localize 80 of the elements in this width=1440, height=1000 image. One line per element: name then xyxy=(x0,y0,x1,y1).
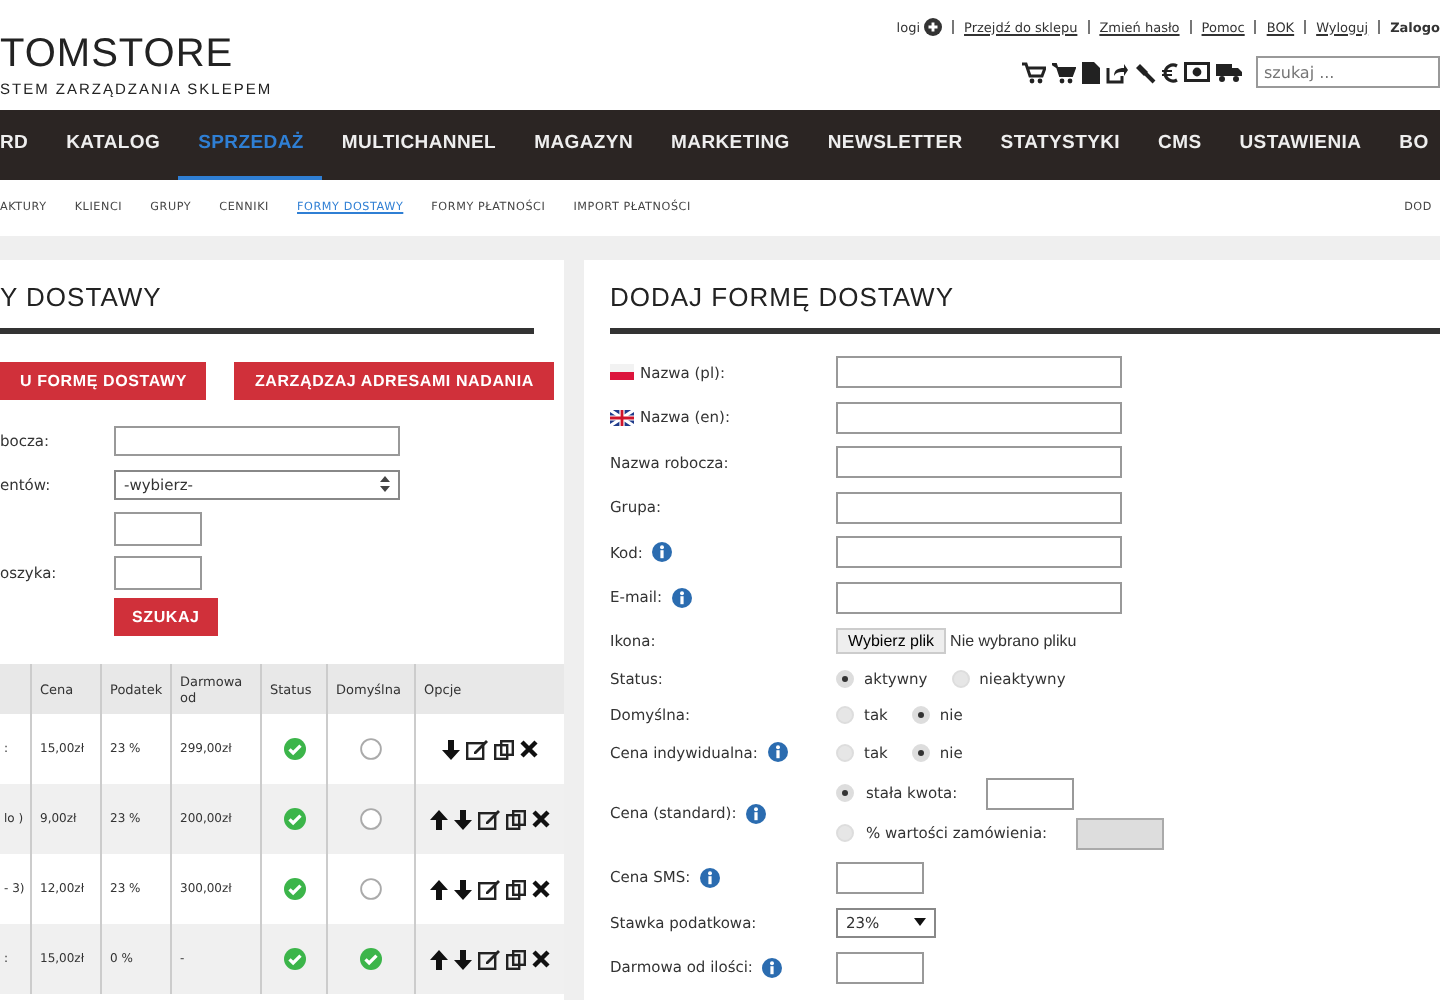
radio-circle-icon[interactable] xyxy=(360,808,382,830)
search-field[interactable]: szukaj ... xyxy=(1256,56,1440,88)
info-icon[interactable] xyxy=(767,742,788,763)
nav-tab[interactable]: MULTICHANNEL xyxy=(321,110,515,180)
action-button[interactable]: ZARZĄDZAJ ADRESAMI NADANIA xyxy=(234,362,554,400)
filter-field[interactable] xyxy=(114,511,202,545)
price-field[interactable] xyxy=(985,777,1074,809)
radio-button[interactable] xyxy=(951,669,970,688)
truck-icon[interactable] xyxy=(1216,62,1242,82)
info-icon[interactable] xyxy=(762,957,783,978)
arrow-down-icon[interactable] xyxy=(442,739,460,759)
edit-icon[interactable] xyxy=(478,949,500,969)
info-icon[interactable] xyxy=(672,587,693,608)
nav-tab[interactable]: RD xyxy=(0,110,47,180)
text-field[interactable] xyxy=(836,536,1122,569)
text-field[interactable] xyxy=(836,401,1122,434)
plus-icon[interactable] xyxy=(924,18,943,36)
filter-field[interactable] xyxy=(114,425,400,455)
nav-tab[interactable]: MARKETING xyxy=(651,110,808,180)
delete-icon[interactable] xyxy=(532,810,550,828)
copy-icon[interactable] xyxy=(506,879,526,899)
arrow-up-icon[interactable] xyxy=(430,809,448,829)
caret-icon[interactable] xyxy=(914,918,926,927)
text-field[interactable] xyxy=(836,861,924,894)
radio-button[interactable] xyxy=(911,706,930,725)
arrow-down-icon[interactable] xyxy=(454,879,472,899)
panel-title: DODAJ FORMĘ DOSTAWY xyxy=(610,260,1440,334)
nav-tab[interactable]: NEWSLETTER xyxy=(807,110,981,180)
copy-icon[interactable] xyxy=(506,949,526,969)
delete-icon[interactable] xyxy=(532,880,550,898)
delete-icon[interactable] xyxy=(532,950,550,968)
uk-flag-icon xyxy=(610,409,634,426)
delete-icon[interactable] xyxy=(520,740,538,758)
search-button[interactable]: SZUKAJ xyxy=(114,598,218,636)
filter-field[interactable] xyxy=(114,555,202,589)
cart-icon[interactable] xyxy=(1022,61,1046,83)
edit-icon[interactable] xyxy=(478,809,500,829)
edit-icon[interactable] xyxy=(478,879,500,899)
text-field[interactable] xyxy=(836,356,1122,389)
radio-button[interactable] xyxy=(836,743,854,762)
document-icon[interactable] xyxy=(1082,61,1100,83)
euro-icon[interactable] xyxy=(1162,61,1178,83)
check-icon[interactable] xyxy=(360,948,382,970)
logo-text: TOMSTORE xyxy=(0,34,236,74)
arrow-up-icon[interactable] xyxy=(430,879,448,899)
action-button[interactable]: U FORMĘ DOSTAWY xyxy=(0,362,207,400)
nav-tab[interactable]: USTAWIENIA xyxy=(1219,110,1380,180)
info-icon[interactable] xyxy=(652,542,673,563)
nav-tab[interactable]: CMS xyxy=(1138,110,1220,180)
edit-icon[interactable] xyxy=(466,739,488,759)
poland-flag-icon xyxy=(610,364,634,381)
nav-tab[interactable]: KATALOG xyxy=(46,110,179,180)
text-field[interactable] xyxy=(836,446,1122,479)
radio-circle-icon[interactable] xyxy=(360,878,382,900)
copy-icon[interactable] xyxy=(506,809,526,829)
gavel-icon[interactable] xyxy=(1134,61,1156,83)
panel-title: Y DOSTAWY xyxy=(0,260,534,334)
info-icon[interactable] xyxy=(746,803,767,823)
nav-tab[interactable]: STATYSTYKI xyxy=(980,110,1139,180)
share-icon[interactable] xyxy=(1106,61,1128,83)
nav-tab[interactable]: MAGAZYN xyxy=(514,110,652,180)
arrow-down-icon[interactable] xyxy=(454,949,472,969)
radio-button[interactable] xyxy=(836,784,854,802)
radio-button[interactable] xyxy=(836,706,854,725)
info-icon[interactable] xyxy=(700,867,721,888)
radio-button[interactable] xyxy=(911,743,930,762)
text-field[interactable] xyxy=(836,951,924,984)
arrow-down-icon[interactable] xyxy=(454,809,472,829)
banknote-icon[interactable] xyxy=(1184,62,1210,82)
cart-icon[interactable] xyxy=(1052,61,1076,83)
radio-button[interactable] xyxy=(836,669,854,688)
copy-icon[interactable] xyxy=(494,739,514,759)
choose-file-button[interactable]: Wybierz plik xyxy=(836,627,947,653)
arrow-up-icon[interactable] xyxy=(430,949,448,969)
radio-circle-icon[interactable] xyxy=(360,738,382,760)
nav-tab[interactable]: BO xyxy=(1379,110,1440,180)
text-field[interactable] xyxy=(836,491,1122,524)
text-field[interactable] xyxy=(836,581,1122,614)
stepper-arrows-icon[interactable] xyxy=(380,476,390,492)
file-status: Nie wybrano pliku xyxy=(950,631,1077,649)
